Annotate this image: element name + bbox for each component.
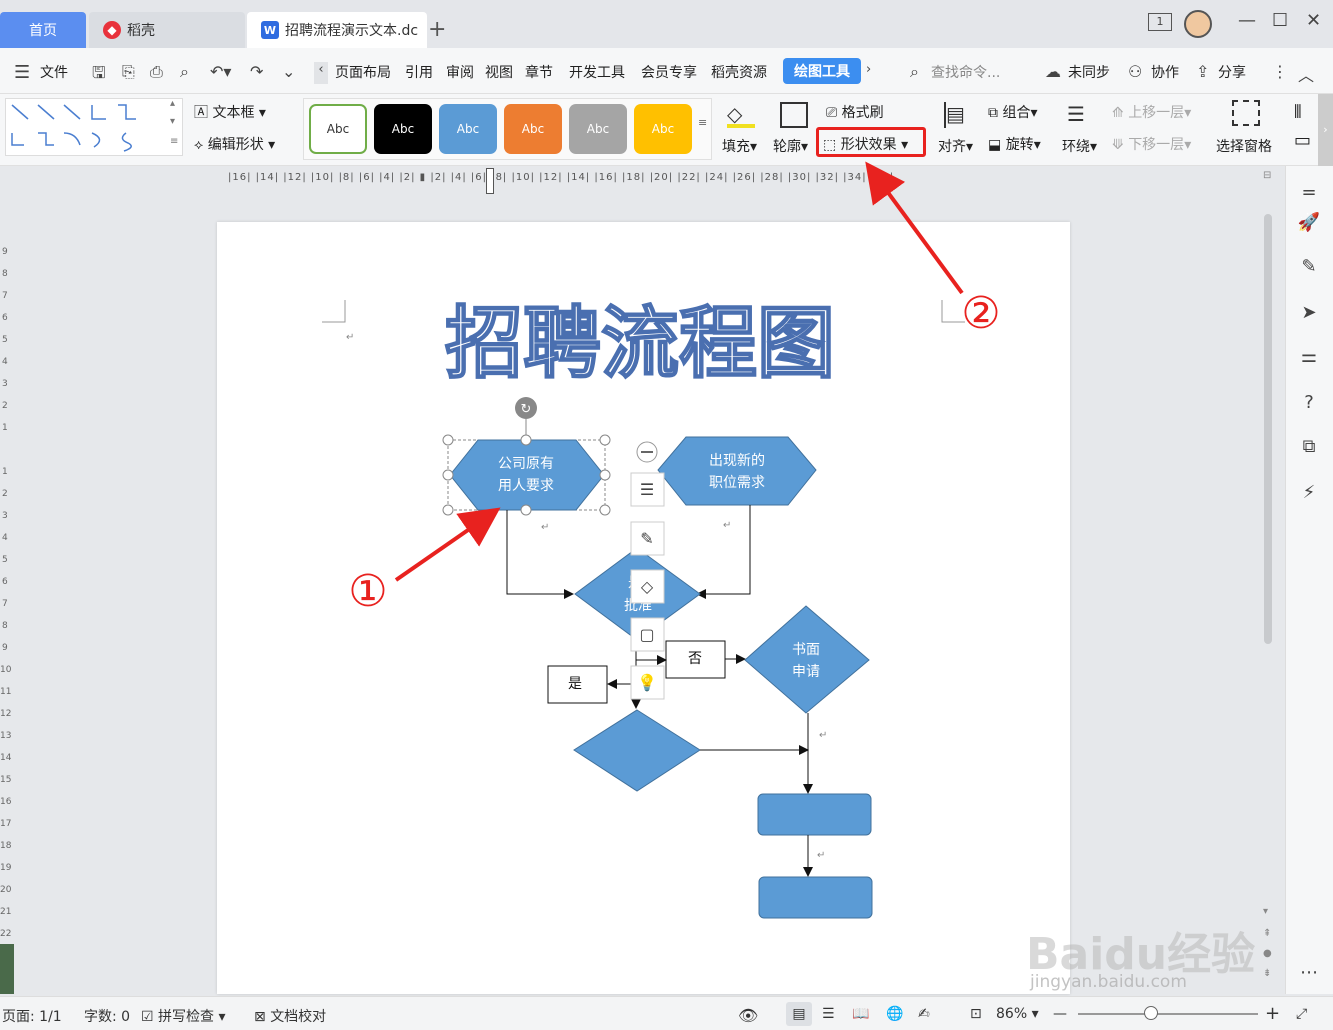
connector-1 <box>506 510 574 599</box>
process-box-1[interactable] <box>757 793 872 836</box>
adjust-icon[interactable]: ⚌ <box>1296 346 1322 372</box>
zoom-level[interactable]: 86% ▾ <box>996 1006 1039 1022</box>
decision-written-application[interactable] <box>744 605 870 714</box>
share-doc-icon[interactable]: ⧉ <box>1296 436 1322 462</box>
shape2-line2: 职位需求 <box>709 475 765 491</box>
shape-company-requirement[interactable] <box>449 439 605 511</box>
outline-quick-glyph: ▢ <box>639 625 654 644</box>
scroll-down-icon[interactable]: ▾ <box>1263 906 1268 917</box>
rocket-icon[interactable]: 🚀 <box>1296 212 1322 238</box>
status-bar: 页面: 1/1 字数: 0 ☑ 拼写检查 ▾ ⊠ 文档校对 👁 ▤ ☰ 📖 🌐 … <box>0 996 1333 1030</box>
svg-text:↵: ↵ <box>817 850 825 861</box>
annotation-2: ② <box>961 288 1000 339</box>
title-wordart[interactable]: 招聘流程图 <box>444 298 836 390</box>
connector-2 <box>696 505 751 599</box>
written-line2: 申请 <box>792 664 820 680</box>
annotation-arrow-2 <box>865 161 964 295</box>
effect-bulb-glyph: 💡 <box>637 673 657 692</box>
spell-check-label: 拼写检查 <box>158 1009 215 1025</box>
prev-page-icon[interactable]: ⇞ <box>1263 928 1271 939</box>
web-view-icon[interactable]: 🌐 <box>886 1006 903 1022</box>
zoom-slider-thumb[interactable] <box>1144 1006 1158 1020</box>
style-brush-glyph: ✎ <box>640 529 653 548</box>
right-sidebar: = 🚀 ✎ ➤ ⚌ ? ⧉ ⚡ ⋯ <box>1285 166 1333 994</box>
more-options-icon[interactable]: ⋯ <box>1296 962 1322 988</box>
layout-options-glyph: ☰ <box>640 480 654 499</box>
flowchart-canvas: 招聘流程图 ↻ 公司原有 用人要求 出现新的 职位需求 是否 批准 否 是 书面… <box>322 161 1001 919</box>
select-browse-icon[interactable]: ● <box>1263 948 1272 959</box>
spell-check-icon: ☑ <box>141 1009 159 1025</box>
zoom-in-icon[interactable]: + <box>1265 1003 1280 1024</box>
page-view-icon[interactable]: ▤ <box>786 1002 812 1026</box>
pen-icon[interactable]: ✎ <box>1296 256 1322 282</box>
scroll-top-icon[interactable]: ⊟ <box>1263 170 1271 181</box>
fill-quick-glyph: ◇ <box>641 577 654 596</box>
sidebar-expand-icon[interactable]: = <box>1296 182 1322 208</box>
cursor-icon[interactable]: ➤ <box>1296 302 1322 328</box>
proof-button[interactable]: ⊠ 文档校对 <box>254 1006 326 1026</box>
svg-text:↵: ↵ <box>819 730 827 741</box>
zoom-out-icon[interactable]: — <box>1053 1006 1067 1022</box>
svg-text:↵: ↵ <box>346 332 354 343</box>
shape2-line1: 出现新的 <box>709 453 765 469</box>
yes-label: 是 <box>568 676 582 692</box>
spell-check-button[interactable]: ☑ 拼写检查 ▾ <box>141 1006 226 1026</box>
shape1-line2: 用人要求 <box>498 478 554 494</box>
outline-view-icon[interactable]: ☰ <box>822 1006 835 1022</box>
written-line1: 书面 <box>792 642 820 658</box>
watermark-url: jingyan.baidu.com <box>1030 972 1187 992</box>
fullscreen-icon[interactable]: ⤢ <box>1296 1006 1307 1022</box>
margin-mark-left <box>322 300 346 323</box>
zoom-value: 86% <box>996 1006 1028 1022</box>
page-count[interactable]: 页面: 1/1 <box>2 1006 62 1026</box>
next-page-icon[interactable]: ⇟ <box>1263 968 1271 979</box>
fit-page-icon[interactable]: ⊡ <box>970 1006 982 1022</box>
rotate-handle-glyph: ↻ <box>521 402 532 417</box>
shape1-line1: 公司原有 <box>498 456 554 472</box>
process-box-2[interactable] <box>758 876 873 919</box>
proof-label: 文档校对 <box>270 1009 327 1025</box>
vertical-scrollbar[interactable]: ⊟ ▾ ⇞ ● ⇟ <box>1260 170 1276 994</box>
zoom-slider-track[interactable] <box>1078 1013 1258 1015</box>
svg-text:↵: ↵ <box>723 520 731 531</box>
proof-icon: ⊠ <box>254 1009 271 1025</box>
help-icon[interactable]: ? <box>1296 392 1322 418</box>
scroll-thumb[interactable] <box>1264 214 1272 644</box>
decision-blank[interactable] <box>573 709 701 792</box>
annotation-1: ① <box>348 566 387 617</box>
shape-new-position[interactable] <box>657 436 817 506</box>
lightning-icon[interactable]: ⚡ <box>1296 482 1322 508</box>
word-count[interactable]: 字数: 0 <box>84 1006 130 1026</box>
write-view-icon[interactable]: ✍ <box>918 1006 930 1022</box>
svg-text:↵: ↵ <box>541 522 549 533</box>
annotation-arrow-1 <box>394 507 501 582</box>
eye-protect-icon[interactable]: 👁 <box>738 1006 758 1025</box>
no-label: 否 <box>688 651 702 667</box>
read-view-icon[interactable]: 📖 <box>852 1006 869 1022</box>
